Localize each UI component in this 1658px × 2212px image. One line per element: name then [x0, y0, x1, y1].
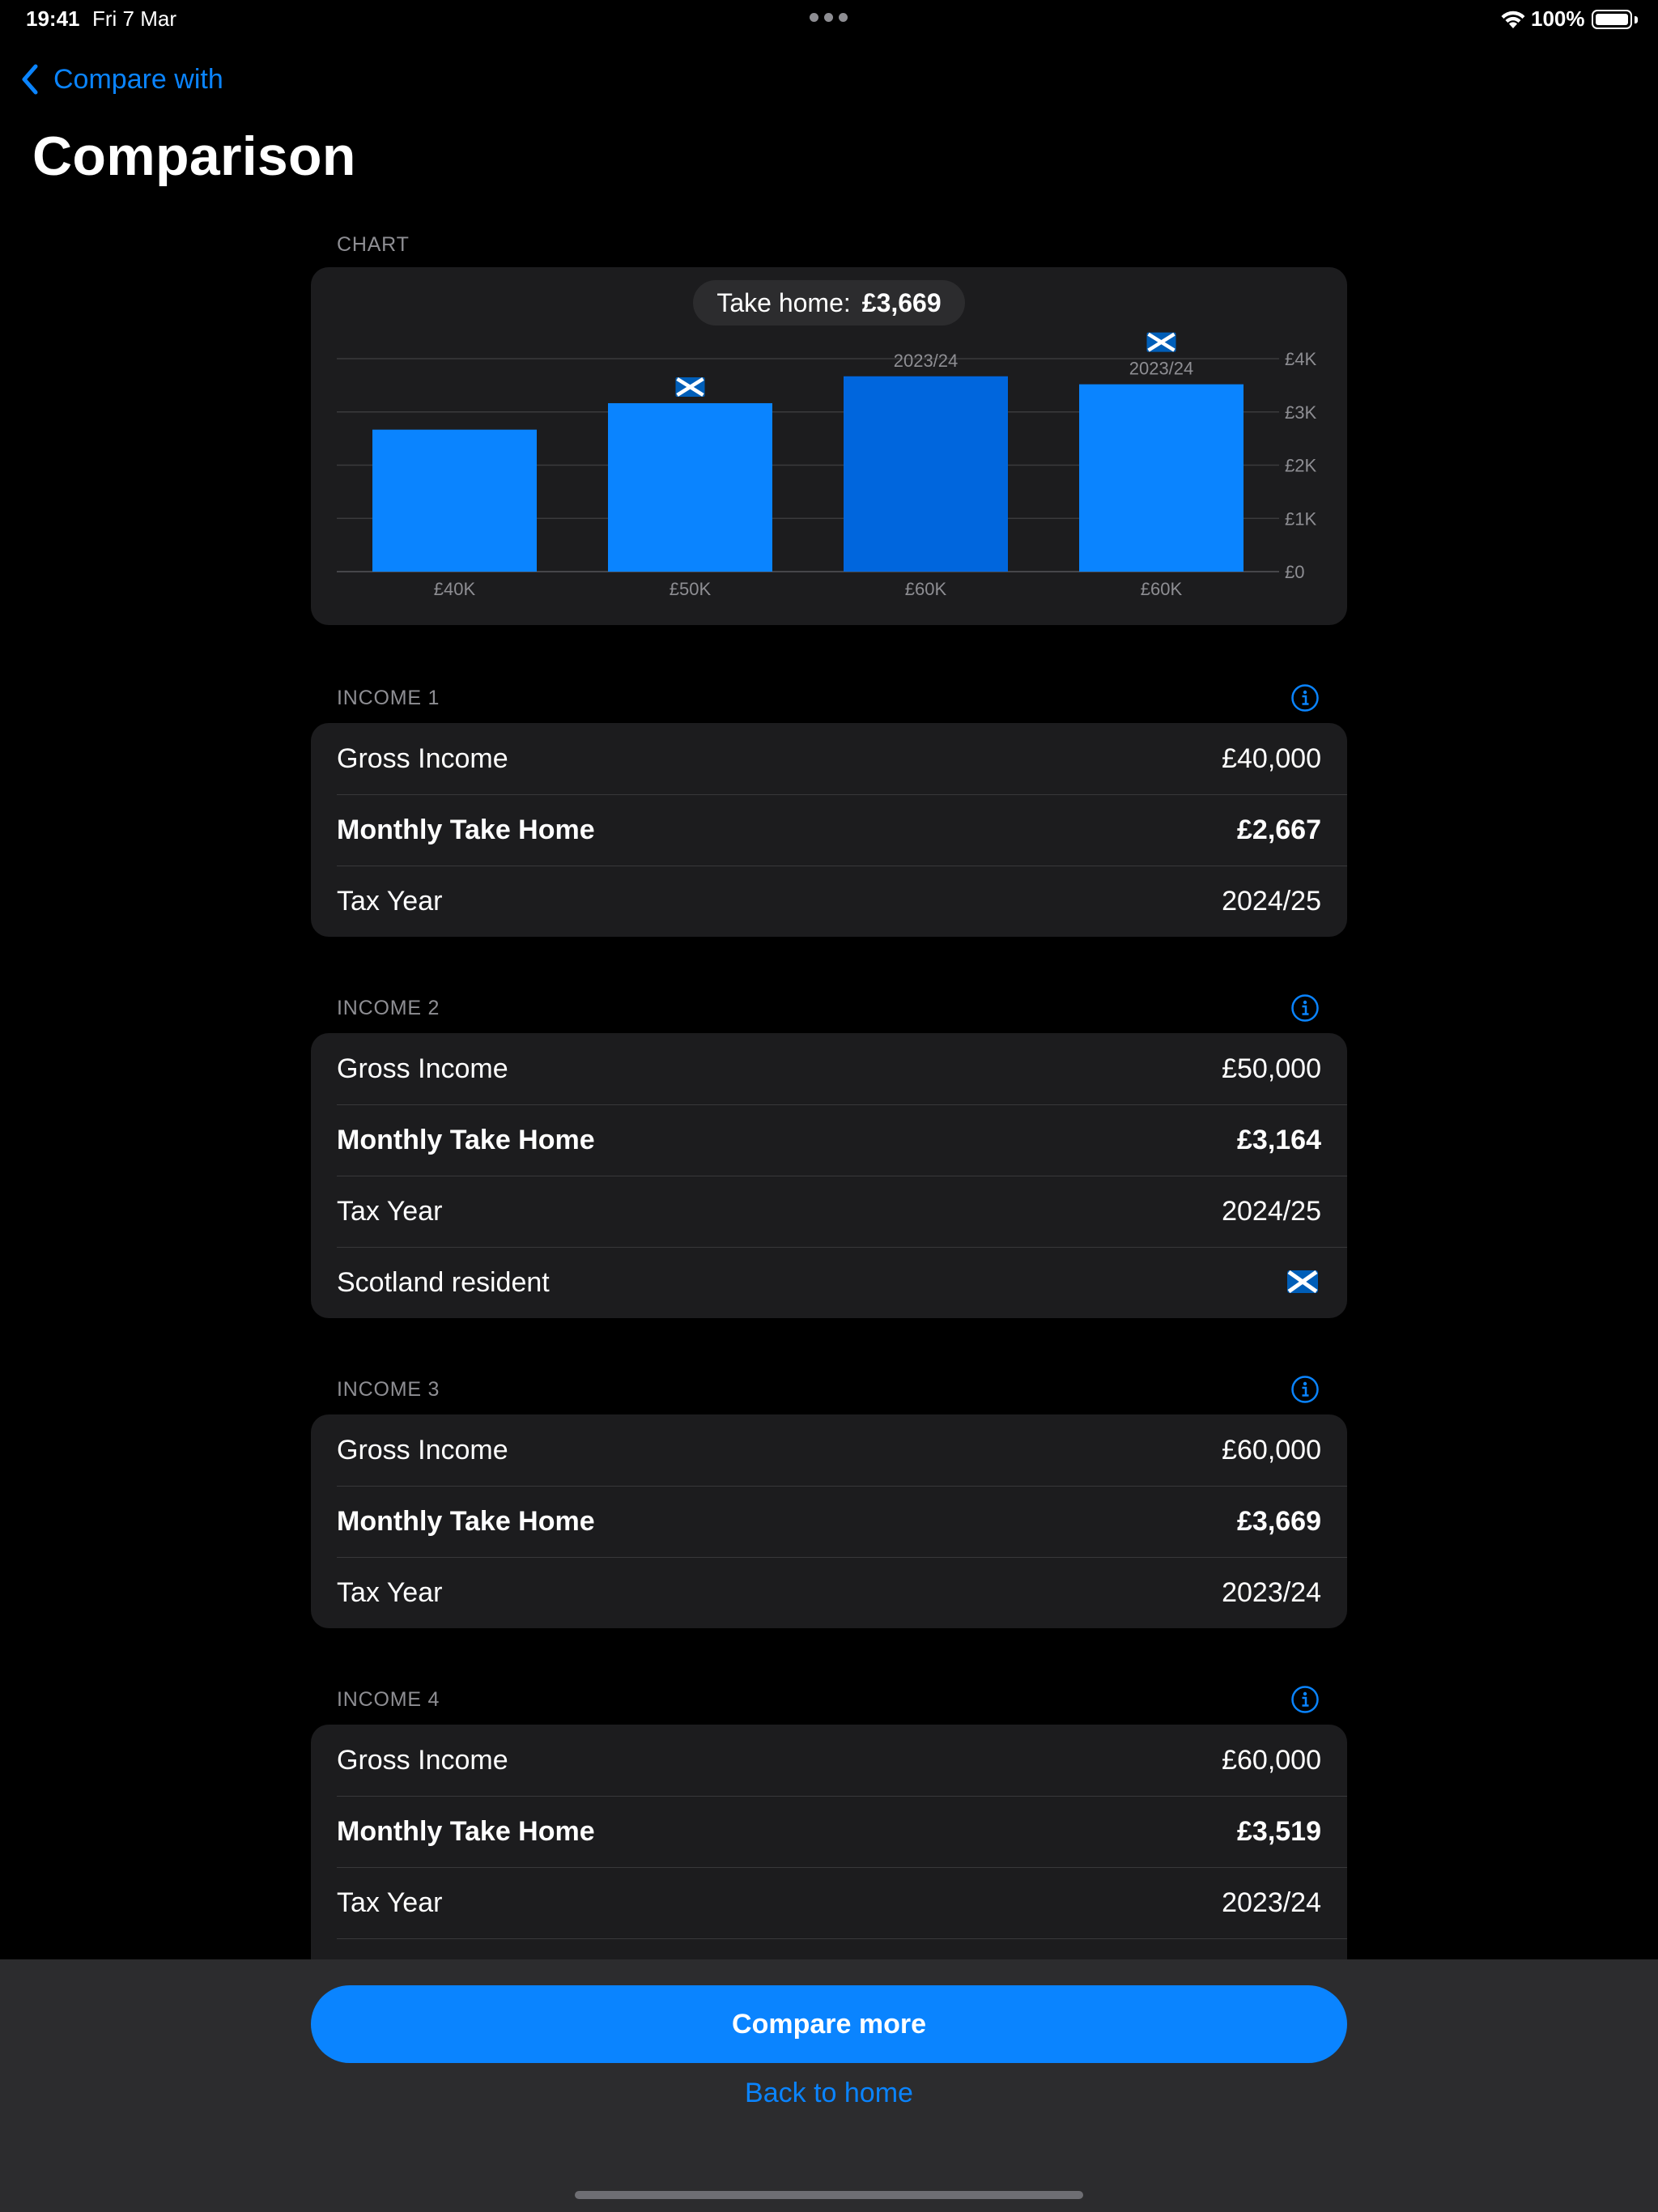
x-tick-label: £40K: [434, 579, 476, 599]
income-2-card: Gross Income £50,000 Monthly Take Home £…: [311, 1033, 1347, 1318]
tax-year-label: Tax Year: [337, 1577, 443, 1608]
chart-bar[interactable]: [608, 402, 772, 572]
y-tick-label: £1K: [1285, 508, 1316, 529]
tax-year-value: 2024/25: [1222, 886, 1321, 917]
back-button-label: Compare with: [53, 63, 223, 95]
monthly-take-home-label: Monthly Take Home: [337, 815, 595, 845]
gross-income-value: £60,000: [1222, 1745, 1321, 1776]
x-tick-label: £60K: [905, 579, 947, 599]
income-1-header: INCOME 1: [337, 687, 440, 709]
status-bar: 19:41 Fri 7 Mar 100%: [0, 0, 1658, 39]
info-icon[interactable]: [1290, 993, 1320, 1023]
tax-year-value: 2023/24: [1222, 1577, 1321, 1608]
battery-tip: [1635, 16, 1638, 23]
tax-year-label: Tax Year: [337, 886, 443, 917]
chart-section-header: CHART: [337, 233, 410, 256]
home-indicator[interactable]: [575, 2191, 1083, 2199]
table-row: Gross Income £50,000: [311, 1033, 1347, 1104]
chart-bar[interactable]: [1079, 384, 1244, 572]
gross-income-label: Gross Income: [337, 1435, 508, 1465]
gross-income-value: £40,000: [1222, 743, 1321, 774]
table-row: Gross Income £60,000: [311, 1414, 1347, 1486]
table-row: Monthly Take Home £3,669: [311, 1486, 1347, 1557]
y-tick-label: £4K: [1285, 349, 1316, 369]
battery-icon: [1592, 10, 1632, 29]
x-tick-label: £60K: [1141, 579, 1183, 599]
bar-annotation-label: 2023/24: [894, 351, 959, 371]
monthly-take-home-label: Monthly Take Home: [337, 1506, 595, 1537]
gross-income-label: Gross Income: [337, 743, 508, 774]
chart-bar[interactable]: [844, 376, 1008, 572]
back-to-home-link[interactable]: Back to home: [0, 2078, 1658, 2109]
table-row: Scotland resident: [311, 1247, 1347, 1318]
info-icon[interactable]: [1290, 1375, 1320, 1404]
multitasking-dots-icon[interactable]: [810, 13, 848, 23]
battery-percentage: 100%: [1531, 6, 1585, 31]
income-3-card: Gross Income £60,000 Monthly Take Home £…: [311, 1414, 1347, 1628]
gross-income-value: £60,000: [1222, 1435, 1321, 1465]
tax-year-label: Tax Year: [337, 1887, 443, 1918]
bar-annotation-label: 2023/24: [1129, 359, 1194, 379]
chevron-left-icon: [22, 64, 38, 95]
gross-income-label: Gross Income: [337, 1053, 508, 1084]
chart-bar[interactable]: [372, 429, 537, 572]
table-row: Gross Income £60,000: [311, 1725, 1347, 1796]
monthly-take-home-value: £3,669: [1237, 1506, 1321, 1537]
bottom-toolbar: Compare more Back to home: [0, 1959, 1658, 2212]
tooltip-value: £3,669: [861, 287, 942, 317]
income-3-header: INCOME 3: [337, 1378, 440, 1401]
tax-year-value: 2024/25: [1222, 1196, 1321, 1227]
wifi-icon: [1501, 11, 1525, 28]
tax-year-value: 2023/24: [1222, 1887, 1321, 1918]
table-row: Tax Year 2023/24: [311, 1867, 1347, 1938]
monthly-take-home-value: £2,667: [1237, 815, 1321, 845]
status-date: Fri 7 Mar: [92, 6, 176, 31]
scotland-resident-label: Scotland resident: [337, 1267, 550, 1298]
info-icon[interactable]: [1290, 1685, 1320, 1714]
table-row: Gross Income £40,000: [311, 723, 1347, 794]
info-icon[interactable]: [1290, 683, 1320, 713]
tooltip-label: Take home:: [716, 287, 851, 317]
page-title: Comparison: [32, 125, 356, 187]
y-tick-label: £0: [1285, 562, 1304, 582]
tax-year-label: Tax Year: [337, 1196, 443, 1227]
income-1-card: Gross Income £40,000 Monthly Take Home £…: [311, 723, 1347, 937]
monthly-take-home-value: £3,164: [1237, 1125, 1321, 1155]
y-tick-label: £3K: [1285, 402, 1316, 423]
table-row: Tax Year 2023/24: [311, 1557, 1347, 1628]
x-tick-label: £50K: [670, 579, 712, 599]
income-2-header: INCOME 2: [337, 997, 440, 1019]
status-time: 19:41: [26, 6, 80, 31]
scotland-flag-icon: [1146, 332, 1176, 352]
gross-income-value: £50,000: [1222, 1053, 1321, 1084]
gross-income-label: Gross Income: [337, 1745, 508, 1776]
table-row: Tax Year 2024/25: [311, 1176, 1347, 1247]
scotland-flag-icon: [1287, 1270, 1318, 1293]
monthly-take-home-label: Monthly Take Home: [337, 1816, 595, 1847]
income-4-header: INCOME 4: [337, 1688, 440, 1711]
table-row: Monthly Take Home £3,164: [311, 1104, 1347, 1176]
table-row: Monthly Take Home £3,519: [311, 1796, 1347, 1867]
compare-more-button[interactable]: Compare more: [311, 1985, 1347, 2063]
scotland-flag-icon: [675, 376, 705, 397]
monthly-take-home-value: £3,519: [1237, 1816, 1321, 1847]
table-row: Monthly Take Home £2,667: [311, 794, 1347, 866]
y-tick-label: £2K: [1285, 456, 1316, 476]
table-row: Tax Year 2024/25: [311, 866, 1347, 937]
back-button[interactable]: Compare with: [18, 58, 223, 100]
chart-tooltip: Take home: £3,669: [693, 280, 965, 325]
monthly-take-home-label: Monthly Take Home: [337, 1125, 595, 1155]
